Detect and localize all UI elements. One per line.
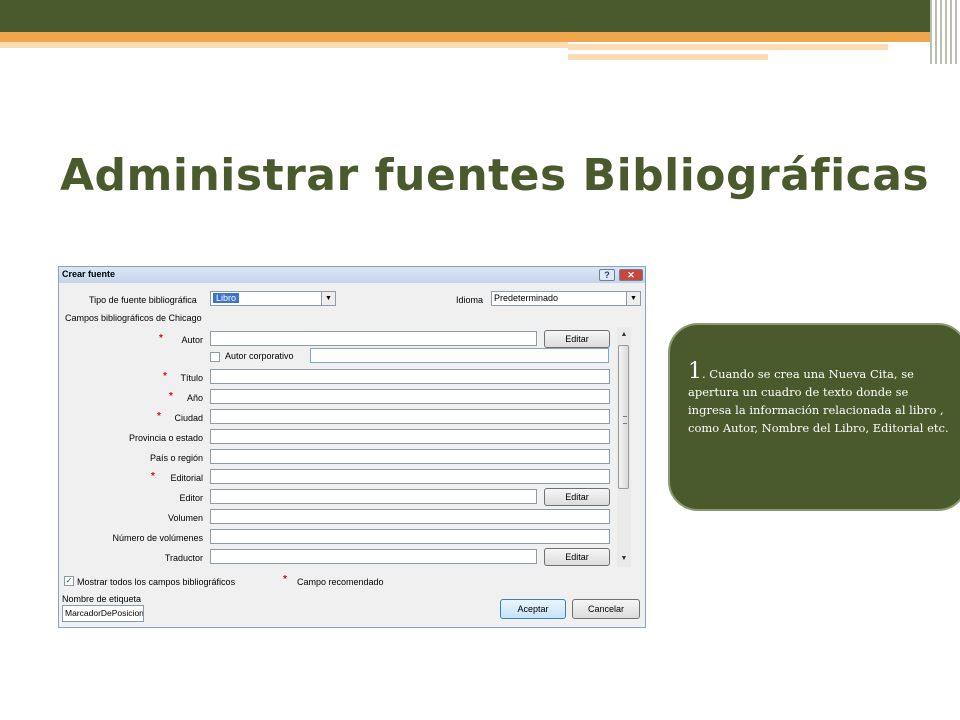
field-label-state: Provincia o estado	[128, 433, 203, 443]
language-select[interactable]: Predeterminado ▼	[491, 291, 641, 306]
editor-input[interactable]	[210, 489, 537, 504]
section-label: Campos bibliográficos de Chicago	[65, 313, 202, 323]
corporate-author-checkbox[interactable]	[210, 352, 220, 362]
tag-name-label: Nombre de etiqueta	[62, 594, 142, 604]
source-type-value: Libro	[213, 293, 240, 303]
city-input[interactable]	[210, 409, 610, 424]
close-button[interactable]: ✕	[619, 269, 643, 281]
field-label-year: Año	[186, 393, 203, 403]
decorative-lines	[930, 0, 960, 64]
accept-button[interactable]: Aceptar	[500, 599, 566, 619]
callout-text-block: 1. Cuando se crea una Nueva Cita, se ape…	[688, 361, 950, 437]
field-label-publisher: Editorial	[170, 473, 203, 483]
year-input[interactable]	[210, 389, 610, 404]
accent-stripe-light	[0, 42, 568, 48]
state-input[interactable]	[210, 429, 610, 444]
accent-stripe-light	[568, 54, 768, 60]
field-label-editor: Editor	[179, 493, 203, 503]
callout-text: . Cuando se crea una Nueva Cita, se aper…	[688, 367, 949, 435]
edit-author-button[interactable]: Editar	[544, 330, 610, 348]
publisher-input[interactable]	[210, 469, 610, 484]
edit-editor-button[interactable]: Editar	[544, 488, 610, 506]
field-label-title: Título	[180, 373, 203, 383]
scroll-down-icon[interactable]: ▼	[617, 553, 631, 565]
top-bar	[0, 0, 960, 32]
show-all-label: Mostrar todos los campos bibliográficos	[77, 577, 236, 587]
required-legend-star: *	[283, 574, 287, 585]
tag-name-input[interactable]: MarcadorDePosicion1	[62, 605, 144, 622]
field-label-country: País o región	[149, 453, 203, 463]
cancel-button[interactable]: Cancelar	[572, 599, 640, 619]
fields-scrollbar[interactable]: ▲ ▼	[617, 327, 631, 567]
edit-translator-button[interactable]: Editar	[544, 548, 610, 566]
field-label-translator: Traductor	[164, 553, 203, 563]
dialog-titlebar: Crear fuente ? ✕	[59, 267, 645, 283]
callout-number: 1	[688, 359, 702, 384]
source-type-label: Tipo de fuente bibliográfica	[89, 295, 197, 305]
corporate-author-label: Autor corporativo	[225, 351, 294, 361]
help-button[interactable]: ?	[599, 269, 615, 281]
field-label-author: Autor	[181, 335, 203, 345]
scroll-up-icon[interactable]: ▲	[617, 329, 631, 341]
author-input[interactable]	[210, 331, 537, 346]
accent-stripe	[0, 32, 960, 42]
volumes-count-input[interactable]	[210, 529, 610, 544]
title-input[interactable]	[210, 369, 610, 384]
corporate-author-input[interactable]	[310, 348, 609, 363]
volume-input[interactable]	[210, 509, 610, 524]
show-all-checkbox[interactable]: ✓	[64, 576, 74, 586]
explanation-callout: 1. Cuando se crea una Nueva Cita, se ape…	[668, 323, 960, 511]
source-type-select[interactable]: Libro ▼	[210, 291, 336, 306]
chevron-down-icon[interactable]: ▼	[321, 292, 335, 305]
grip-icon	[623, 416, 627, 424]
slide-title: Administrar fuentes Bibliográficas	[60, 150, 930, 201]
field-label-volume: Volumen	[167, 513, 203, 523]
field-label-city: Ciudad	[174, 413, 203, 423]
chevron-down-icon[interactable]: ▼	[626, 292, 640, 305]
fields-scroll-area: * Autor Editar Autor corporativo * Títul…	[63, 329, 615, 567]
language-value: Predeterminado	[494, 293, 559, 303]
language-label: Idioma	[456, 295, 484, 305]
required-legend-label: Campo recomendado	[297, 577, 384, 587]
scrollbar-thumb[interactable]	[618, 345, 629, 489]
country-input[interactable]	[210, 449, 610, 464]
translator-input[interactable]	[210, 549, 537, 564]
create-source-dialog: Crear fuente ? ✕ Tipo de fuente bibliogr…	[58, 266, 646, 628]
field-label-volumes-count: Número de volúmenes	[112, 533, 203, 543]
tag-name-value: MarcadorDePosicion1	[65, 608, 144, 618]
dialog-title: Crear fuente	[62, 269, 116, 279]
accent-stripe-light	[568, 44, 888, 50]
